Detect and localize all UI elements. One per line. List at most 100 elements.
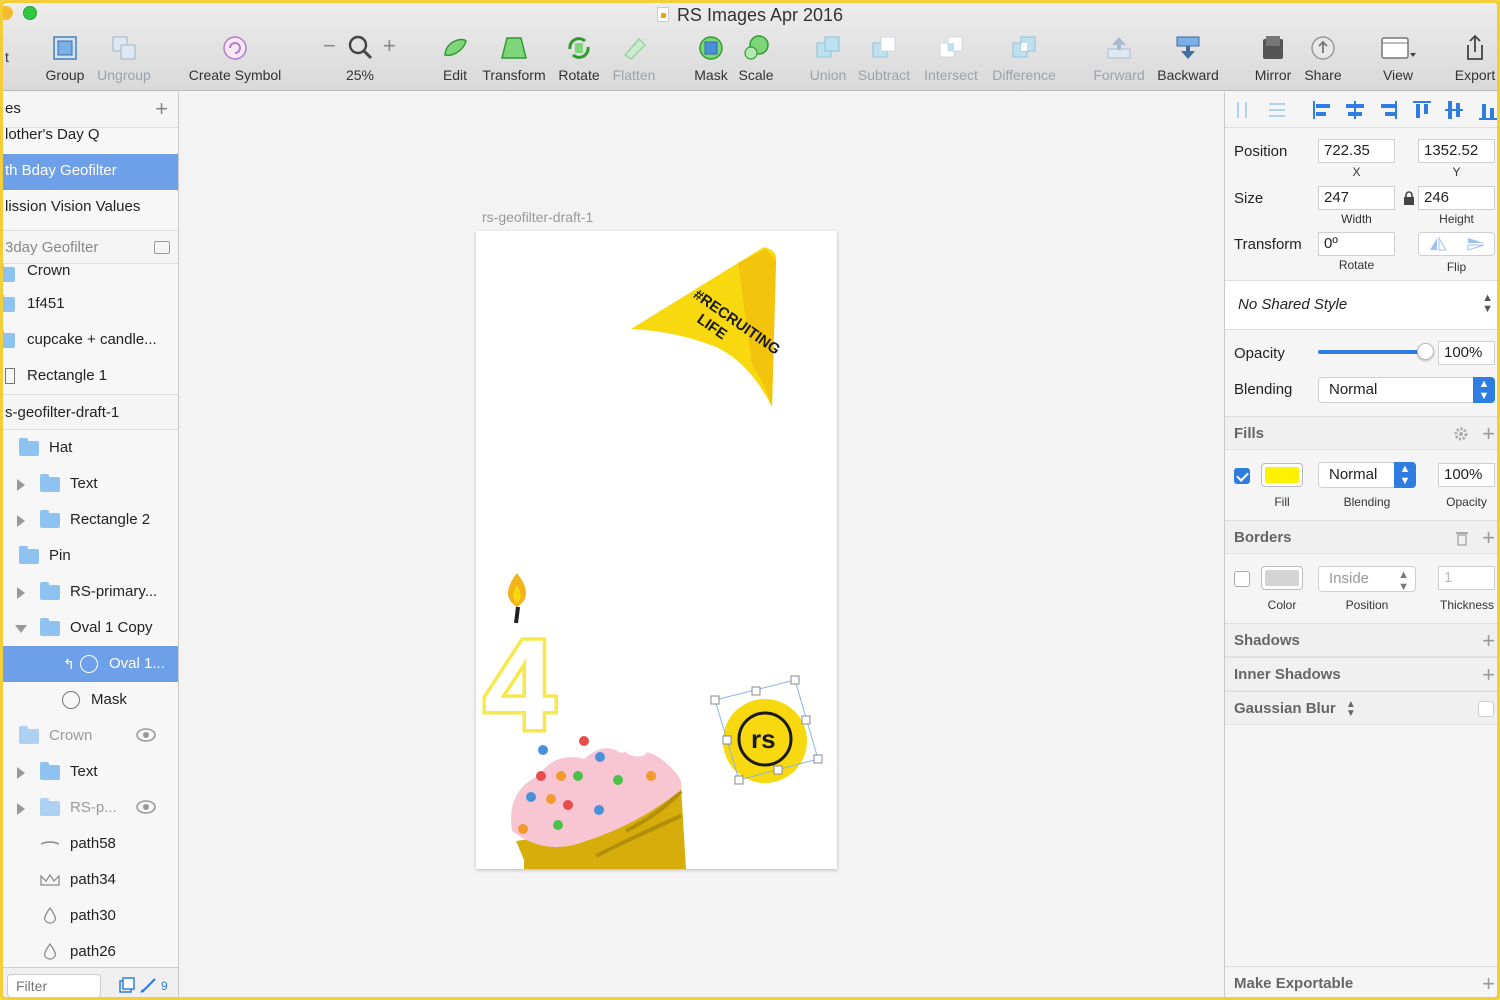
layer-row[interactable]: path30: [3, 898, 178, 934]
disclosure-arrow-icon[interactable]: [17, 479, 25, 491]
border-enabled-checkbox[interactable]: [1234, 571, 1250, 587]
make-exportable-section[interactable]: Make Exportable +: [1225, 966, 1497, 997]
layer-row[interactable]: Rectangle 2: [3, 502, 178, 538]
page-item-selected[interactable]: th Bday Geofilter: [3, 154, 178, 190]
intersect-button[interactable]: Intersect: [921, 33, 981, 87]
magnifier-icon: [348, 35, 373, 60]
layer-row[interactable]: Pin: [3, 538, 178, 574]
forward-button[interactable]: Forward: [1091, 33, 1147, 87]
updown-chevron-icon[interactable]: ▲ ▼: [1346, 700, 1356, 719]
layer-row[interactable]: Text: [3, 466, 178, 502]
border-position-select[interactable]: Inside ▲ ▼: [1318, 566, 1416, 593]
fill-opacity-input[interactable]: 100%: [1438, 463, 1495, 487]
group-button[interactable]: Group: [43, 33, 87, 87]
folder-icon: [3, 330, 15, 348]
layer-row[interactable]: 1f451: [3, 286, 178, 322]
flatten-button[interactable]: Flatten: [609, 33, 659, 87]
layer-row[interactable]: Oval 1 Copy: [3, 610, 178, 646]
zoom-control[interactable]: 25%: [343, 33, 377, 87]
scale-button[interactable]: Scale: [735, 33, 777, 87]
fill-enabled-checkbox[interactable]: [1234, 468, 1250, 484]
layer-row-hidden[interactable]: Crown: [3, 718, 178, 754]
fill-blending-select[interactable]: Normal ▲ ▼: [1318, 462, 1416, 488]
height-input[interactable]: 246: [1418, 186, 1495, 210]
add-shadow-button[interactable]: +: [1482, 624, 1495, 658]
share-button[interactable]: Share: [1301, 33, 1345, 87]
zoom-in-button[interactable]: +: [383, 33, 396, 59]
add-border-button[interactable]: +: [1482, 521, 1495, 555]
layer-row[interactable]: path58: [3, 826, 178, 862]
edit-button[interactable]: Edit: [435, 33, 475, 87]
artboard-group-header[interactable]: 3day Geofilter: [3, 230, 178, 264]
gaussian-blur-section-header[interactable]: Gaussian Blur ▲ ▼: [1225, 691, 1497, 725]
gaussian-blur-checkbox[interactable]: [1478, 701, 1494, 717]
layer-row-hidden[interactable]: RS-p...: [3, 790, 178, 826]
zoom-out-button[interactable]: −: [323, 33, 336, 59]
view-menu[interactable]: View: [1375, 33, 1421, 87]
width-input[interactable]: 247: [1318, 186, 1395, 210]
rotate-input[interactable]: 0º: [1318, 232, 1395, 256]
add-page-button[interactable]: +: [155, 92, 168, 126]
layer-row[interactable]: Hat: [3, 430, 178, 466]
add-fill-button[interactable]: +: [1482, 417, 1495, 451]
layer-row[interactable]: path26: [3, 934, 178, 960]
party-hat[interactable]: #RECRUITING LIFE: [631, 247, 783, 407]
filter-input[interactable]: [7, 974, 101, 997]
position-y-input[interactable]: 1352.52: [1418, 139, 1495, 163]
position-x-input[interactable]: 722.35: [1318, 139, 1395, 163]
disclosure-arrow-icon[interactable]: [17, 767, 25, 779]
add-inner-shadow-button[interactable]: +: [1482, 658, 1495, 692]
shared-style-select[interactable]: No Shared Style ▲ ▼: [1225, 280, 1497, 330]
subtract-button[interactable]: Subtract: [855, 33, 913, 87]
opacity-slider-knob[interactable]: [1417, 343, 1434, 360]
inner-shadows-section-header[interactable]: Inner Shadows +: [1225, 657, 1497, 692]
lock-icon[interactable]: [1403, 191, 1415, 205]
page-item[interactable]: lother's Day Q: [3, 127, 178, 154]
disclosure-arrow-icon[interactable]: [17, 515, 25, 527]
difference-button[interactable]: Difference: [989, 33, 1059, 87]
layer-row[interactable]: Rectangle 1: [3, 358, 178, 394]
rotate-button[interactable]: Rotate: [555, 33, 603, 87]
disclosure-arrow-icon[interactable]: [17, 587, 25, 599]
opacity-slider[interactable]: [1318, 343, 1434, 360]
backward-button[interactable]: Backward: [1155, 33, 1221, 87]
layer-row[interactable]: path34: [3, 862, 178, 898]
blending-select[interactable]: Normal ▲ ▼: [1318, 377, 1495, 403]
ungroup-button[interactable]: Ungroup: [95, 33, 153, 87]
page-item[interactable]: lission Vision Values: [3, 190, 178, 226]
disclosure-arrow-icon[interactable]: [17, 803, 25, 815]
visibility-eye-icon[interactable]: [136, 728, 156, 742]
artboard-name-label[interactable]: rs-geofilter-draft-1: [482, 209, 593, 225]
layer-row[interactable]: RS-primary...: [3, 574, 178, 610]
artboard-layer-row[interactable]: s-geofilter-draft-1: [3, 394, 178, 430]
disclosure-arrow-open-icon[interactable]: [15, 625, 27, 633]
layer-row[interactable]: Mask: [3, 682, 178, 718]
transform-button[interactable]: Transform: [479, 33, 549, 87]
layer-row-selected[interactable]: ↰ Oval 1...: [3, 646, 178, 682]
filter-type-icons[interactable]: [119, 976, 157, 994]
border-color-swatch[interactable]: [1261, 566, 1303, 590]
shadows-section-header[interactable]: Shadows +: [1225, 623, 1497, 658]
export-button[interactable]: Export: [1451, 33, 1497, 87]
create-symbol-button[interactable]: Create Symbol: [185, 33, 285, 87]
layer-row[interactable]: Crown: [3, 263, 178, 286]
artboard[interactable]: #RECRUITING LIFE 4 rs: [476, 231, 837, 869]
union-button[interactable]: Union: [807, 33, 849, 87]
flip-horizontal-icon[interactable]: [1429, 237, 1447, 251]
flip-vertical-icon[interactable]: [1467, 237, 1485, 251]
add-export-button[interactable]: +: [1482, 967, 1495, 997]
trash-icon[interactable]: [1455, 530, 1469, 546]
visibility-eye-icon[interactable]: [136, 800, 156, 814]
mirror-button[interactable]: Mirror: [1251, 33, 1295, 87]
opacity-input[interactable]: 100%: [1438, 341, 1495, 365]
borders-section-header[interactable]: Borders +: [1225, 520, 1497, 555]
fills-section-header[interactable]: Fills +: [1225, 416, 1497, 451]
border-thickness-input[interactable]: 1: [1438, 566, 1495, 590]
canvas[interactable]: rs-geofilter-draft-1 #RECRUITING LIFE 4: [180, 92, 1223, 997]
fill-color-swatch[interactable]: [1261, 463, 1303, 487]
mask-button[interactable]: Mask: [691, 33, 731, 87]
layer-row[interactable]: Text: [3, 754, 178, 790]
gear-icon[interactable]: [1453, 426, 1469, 442]
layer-row[interactable]: cupcake + candle...: [3, 322, 178, 358]
candle[interactable]: 4: [481, 573, 559, 761]
